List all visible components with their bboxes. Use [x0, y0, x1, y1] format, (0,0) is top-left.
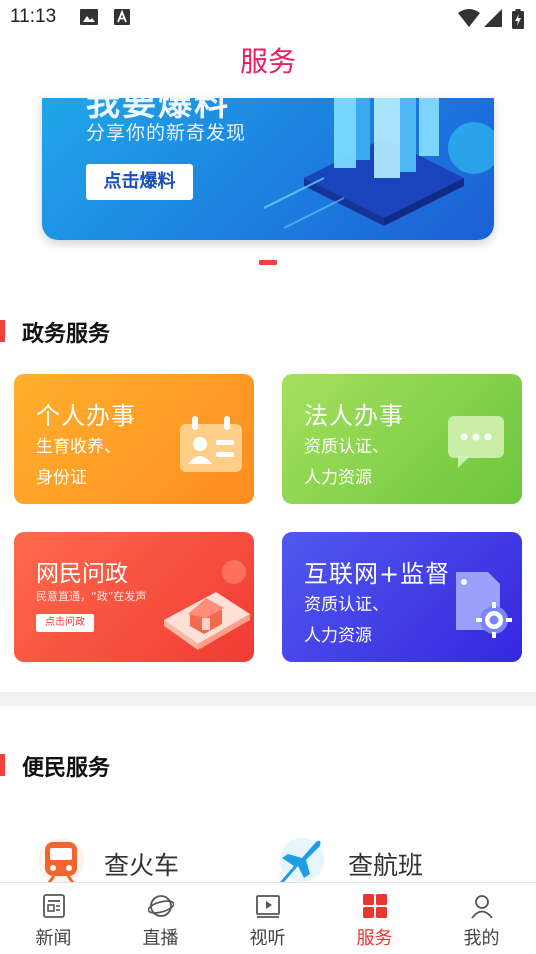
flight-query-label: 查航班	[348, 851, 424, 880]
carousel-indicator[interactable]	[259, 260, 277, 265]
airplane-icon	[280, 838, 324, 882]
card-description: 资质认证、 人力资源	[304, 595, 389, 646]
train-query-item[interactable]: 查火车	[38, 836, 198, 886]
nav-label: 新闻	[35, 928, 72, 949]
gov-section-header: 政务服务	[0, 316, 536, 347]
card-title: 互联网+监督	[304, 560, 451, 588]
nav-label: 服务	[356, 928, 393, 949]
card-title: 法人办事	[304, 402, 404, 430]
nav-news[interactable]: 新闻	[0, 883, 107, 954]
personal-affairs-card[interactable]: 个人办事 生育收养、 身份证	[14, 374, 254, 504]
banner-carousel[interactable]: 我要爆料 分享你的新奇发现 点击爆料	[42, 98, 494, 240]
nav-profile[interactable]: 我的	[428, 883, 535, 954]
news-icon	[43, 894, 65, 918]
card-subtitle: 民意直通，“政”在发声	[36, 590, 147, 603]
flight-query-item[interactable]: 查航班	[276, 836, 436, 886]
image-icon	[80, 9, 98, 25]
status-time: 11:13	[10, 6, 57, 27]
card-title: 网民问政	[36, 561, 128, 587]
netizen-inquiry-card[interactable]: 网民问政 民意直通，“政”在发声 点击问政	[14, 532, 254, 662]
gov-section-title: 政务服务	[22, 322, 111, 347]
nav-video[interactable]: 视听	[214, 883, 321, 954]
card-description: 生育收养、 身份证	[36, 437, 121, 488]
bottom-nav: 新闻 直播 视听 服务 我的	[0, 882, 536, 954]
convenience-section-title: 便民服务	[22, 756, 111, 781]
nav-label: 视听	[249, 928, 286, 949]
internet-supervision-card[interactable]: 互联网+监督 资质认证、 人力资源	[282, 532, 522, 662]
phone-house-icon	[164, 560, 250, 650]
a-icon	[114, 9, 130, 25]
nav-service[interactable]: 服务	[321, 883, 428, 954]
live-icon	[148, 895, 174, 917]
status-bar: 11:13	[0, 0, 536, 36]
service-grid-icon	[363, 894, 387, 918]
city-illustration-icon	[264, 98, 494, 229]
card-description: 资质认证、 人力资源	[304, 437, 389, 488]
nav-label: 我的	[463, 928, 500, 949]
report-button[interactable]: 点击爆料	[86, 164, 193, 200]
nav-label: 直播	[142, 928, 179, 949]
video-icon	[256, 895, 280, 918]
wifi-icon	[458, 9, 480, 27]
battery-icon	[512, 9, 524, 29]
inquiry-button[interactable]: 点击问政	[36, 614, 94, 632]
section-divider	[0, 692, 536, 706]
chat-bubble-icon	[448, 416, 504, 468]
signal-icon	[484, 9, 502, 27]
id-card-icon	[180, 416, 242, 472]
section-marker	[0, 320, 5, 342]
card-title: 个人办事	[36, 402, 136, 430]
nav-live[interactable]: 直播	[107, 883, 214, 954]
legal-affairs-card[interactable]: 法人办事 资质认证、 人力资源	[282, 374, 522, 504]
document-gear-icon	[456, 572, 512, 638]
convenience-section-header: 便民服务	[0, 750, 536, 781]
train-icon	[38, 838, 84, 884]
profile-icon	[471, 895, 493, 919]
section-marker	[0, 754, 5, 776]
banner-subtitle: 分享你的新奇发现	[86, 122, 247, 144]
train-query-label: 查火车	[104, 851, 180, 880]
page-title: 服务	[239, 45, 296, 78]
